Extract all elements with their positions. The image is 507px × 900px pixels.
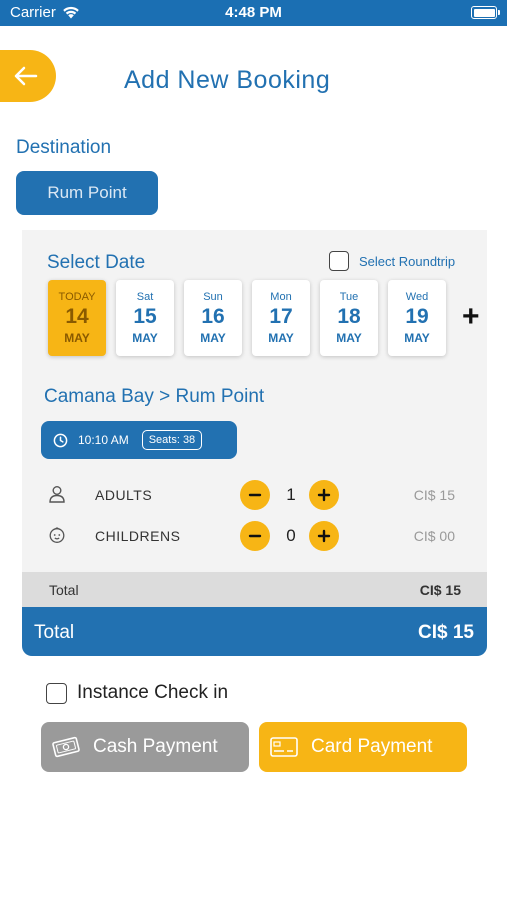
arrow-left-icon xyxy=(14,66,38,86)
person-icon xyxy=(49,486,65,503)
plus-icon xyxy=(317,488,331,502)
date-number: 14 xyxy=(65,305,89,328)
date-card-15[interactable]: Sat 15 MAY xyxy=(116,280,174,356)
roundtrip-label: Select Roundtrip xyxy=(359,253,456,269)
date-day: Sat xyxy=(136,291,154,303)
card-payment-label: Card Payment xyxy=(311,736,433,757)
select-date-label: Select Date xyxy=(47,252,146,273)
battery-icon xyxy=(471,6,500,19)
date-day: Mon xyxy=(270,291,292,303)
total-bar: Total CI$ 15 xyxy=(22,607,487,656)
minus-icon xyxy=(248,493,262,497)
date-number: 15 xyxy=(133,305,157,328)
date-number: 16 xyxy=(201,305,225,328)
date-day: Sun xyxy=(203,291,223,303)
adults-price: CI$ 15 xyxy=(413,487,455,503)
subtotal-label: Total xyxy=(49,582,79,598)
date-card-17[interactable]: Mon 17 MAY xyxy=(252,280,310,356)
adults-increment-button[interactable] xyxy=(309,480,339,510)
status-bar: Carrier 4:48 PM xyxy=(0,0,507,26)
date-day: TODAY xyxy=(58,291,96,303)
cash-payment-label: Cash Payment xyxy=(93,736,218,757)
date-month: MAY xyxy=(268,331,294,345)
total-label: Total xyxy=(34,622,75,643)
adults-label: ADULTS xyxy=(95,487,153,503)
subtotal-bar: Total CI$ 15 xyxy=(22,572,487,607)
date-card-today[interactable]: TODAY 14 MAY xyxy=(48,280,106,356)
seats-badge: Seats: 38 xyxy=(141,430,203,450)
date-day: Wed xyxy=(405,291,429,303)
baby-icon xyxy=(49,527,65,543)
subtotal-value: CI$ 15 xyxy=(419,582,461,598)
departure-time: 10:10 AM xyxy=(78,433,129,447)
cash-icon xyxy=(51,735,81,759)
plus-icon xyxy=(317,529,331,543)
departure-time-pill[interactable]: 10:10 AM Seats: 38 xyxy=(41,421,237,459)
instant-checkin-label: Instance Check in xyxy=(77,682,229,703)
date-month: MAY xyxy=(404,331,430,345)
children-increment-button[interactable] xyxy=(309,521,339,551)
roundtrip-toggle[interactable]: Select Roundtrip xyxy=(329,251,455,271)
children-row: CHILDRENS 0 CI$ 00 xyxy=(22,520,487,552)
cash-payment-button[interactable]: Cash Payment xyxy=(41,722,249,772)
adults-quantity: 1 xyxy=(286,485,296,504)
page-title: Add New Booking xyxy=(124,66,331,94)
date-month: MAY xyxy=(336,331,362,345)
date-card-16[interactable]: Sun 16 MAY xyxy=(184,280,242,356)
children-decrement-button[interactable] xyxy=(240,521,270,551)
children-price: CI$ 00 xyxy=(413,528,455,544)
date-number: 18 xyxy=(337,305,361,328)
clock-icon xyxy=(53,433,68,447)
date-month: MAY xyxy=(64,331,90,345)
card-payment-button[interactable]: Card Payment xyxy=(259,722,467,772)
screen: Carrier 4:48 PM Add New Booking Destinat… xyxy=(0,0,507,900)
instant-checkin-toggle[interactable]: Instance Check in xyxy=(46,682,228,704)
date-number: 17 xyxy=(269,305,293,328)
children-label: CHILDRENS xyxy=(95,528,181,544)
destination-label: Destination xyxy=(16,137,112,158)
booking-card: Select Date Select Roundtrip TODAY 14 MA… xyxy=(22,230,487,656)
date-month: MAY xyxy=(132,331,158,345)
adults-decrement-button[interactable] xyxy=(240,480,270,510)
adults-row: ADULTS 1 CI$ 15 xyxy=(22,479,487,511)
instant-checkin-checkbox[interactable] xyxy=(46,682,67,704)
more-dates-button[interactable]: + xyxy=(462,302,480,332)
status-time: 4:48 PM xyxy=(225,4,282,21)
back-button[interactable] xyxy=(0,50,56,102)
roundtrip-checkbox[interactable] xyxy=(329,251,349,271)
date-number: 19 xyxy=(405,305,429,328)
date-month: MAY xyxy=(200,331,226,345)
date-day: Tue xyxy=(339,291,359,303)
children-quantity: 0 xyxy=(286,526,296,545)
total-value: CI$ 15 xyxy=(418,622,474,643)
minus-icon xyxy=(248,534,262,538)
route-label: Camana Bay > Rum Point xyxy=(44,386,265,407)
date-card-19[interactable]: Wed 19 MAY xyxy=(388,280,446,356)
credit-card-icon xyxy=(269,736,299,758)
date-card-18[interactable]: Tue 18 MAY xyxy=(320,280,378,356)
destination-select-button[interactable]: Rum Point xyxy=(16,171,158,215)
